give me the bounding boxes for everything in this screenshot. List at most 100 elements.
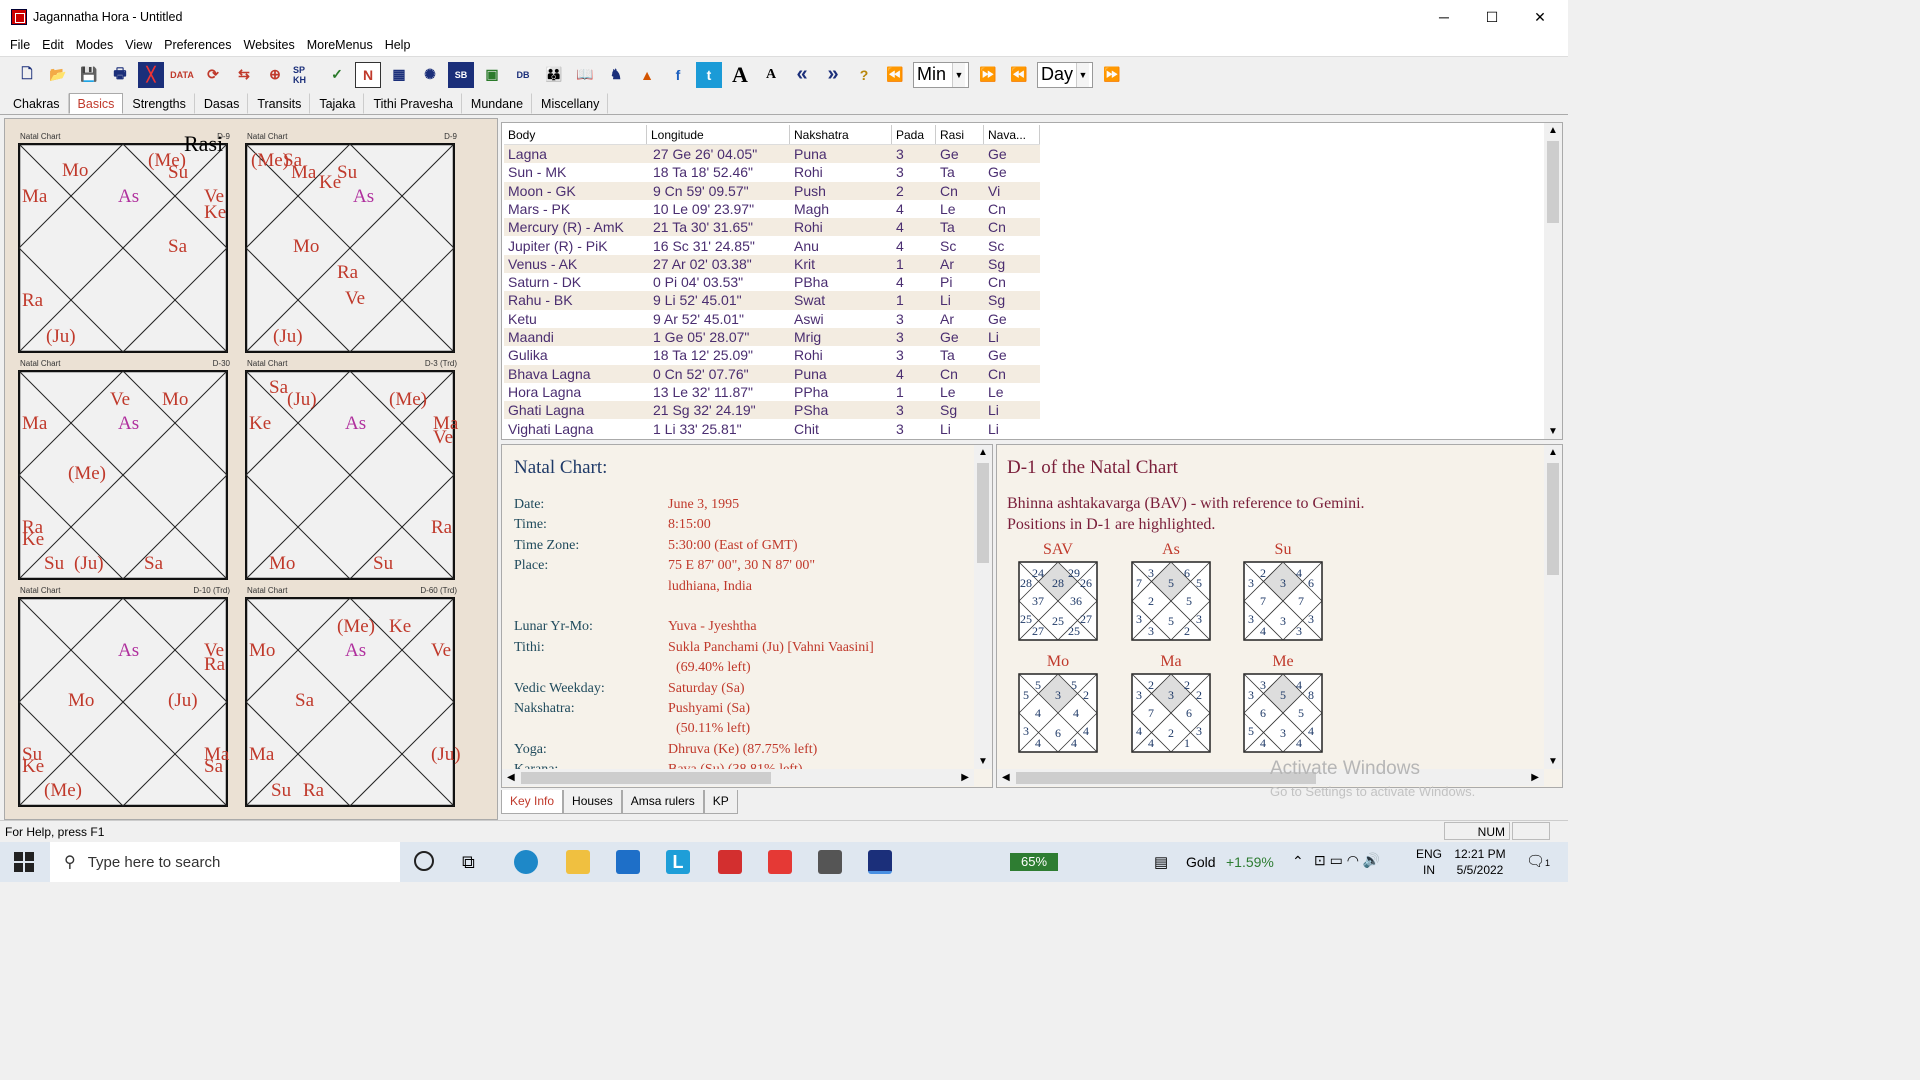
family-icon[interactable]: 👪 bbox=[541, 62, 567, 88]
table-row[interactable]: Venus - AK 27 Ar 02' 03.38" Krit 1 Ar Sg bbox=[504, 254, 1040, 274]
tab-strengths[interactable]: Strengths bbox=[123, 93, 195, 114]
file-explorer-icon[interactable] bbox=[566, 850, 590, 874]
menu-preferences[interactable]: Preferences bbox=[164, 38, 231, 52]
menu-file[interactable]: File bbox=[10, 38, 30, 52]
save-icon[interactable]: 💾 bbox=[76, 62, 102, 88]
mail-icon[interactable] bbox=[616, 850, 640, 874]
app-icon-dark[interactable] bbox=[818, 850, 842, 874]
grid-scrollbar[interactable]: ▲ ▼ bbox=[1544, 123, 1562, 439]
cortana-icon[interactable] bbox=[414, 851, 434, 871]
key-info-scrollbar[interactable]: ▲ ▼ bbox=[974, 445, 992, 769]
table-row[interactable]: Jupiter (R) - PiK 16 Sc 31' 24.85" Anu 4 Sc S… bbox=[504, 237, 1040, 255]
table-row[interactable]: Gulika 18 Ta 12' 25.09" Rohi 3 Ta Ge bbox=[504, 346, 1040, 364]
chevron-up-icon[interactable]: ▲ bbox=[1548, 125, 1558, 136]
chevron-down-icon[interactable]: ▼ bbox=[978, 756, 988, 767]
tab-dasas[interactable]: Dasas bbox=[195, 93, 249, 114]
sb-icon[interactable]: SB bbox=[448, 61, 474, 88]
divisional-chart[interactable]: Natal Chart D-60 (Trd) (Me) Ke Mo As Ve Sa Ma (Ju… bbox=[245, 586, 461, 811]
table-row[interactable]: Sun - MK 18 Ta 18' 52.46" Rohi 3 Ta Ge bbox=[504, 163, 1040, 181]
col-body[interactable]: Body bbox=[504, 125, 647, 144]
col-pada[interactable]: Pada bbox=[892, 125, 936, 144]
bav-chart[interactable]: As 3 6 7 5 5 2 5 3 5 3 3 2 bbox=[1131, 541, 1211, 641]
news-icon[interactable]: ▤ bbox=[1154, 853, 1168, 871]
table-row[interactable]: Hora Lagna 13 Le 32' 11.87" PPha 1 Le Le bbox=[504, 383, 1040, 401]
font-large-icon[interactable]: A bbox=[727, 62, 753, 88]
bav-chart[interactable]: Ma 2 2 3 3 2 7 6 4 2 3 4 1 bbox=[1131, 653, 1211, 753]
grid-icon[interactable]: ▦ bbox=[386, 62, 412, 88]
divisional-chart[interactable]: Natal Chart D-30 Ve Mo Ma As (Me) Ra Ke Su (Ju) Sa bbox=[18, 359, 232, 584]
col-nakshatra[interactable]: Nakshatra bbox=[790, 125, 892, 144]
divisional-chart[interactable]: Natal Chart D-9 (Me) Sa Ma Su Ke As Mo Ra Ve (Ju) bbox=[245, 132, 459, 357]
kundali-icon[interactable]: ▣ bbox=[479, 62, 505, 88]
tab-basics[interactable]: Basics bbox=[68, 93, 124, 114]
book-icon[interactable]: 📖 bbox=[572, 62, 598, 88]
battery-indicator[interactable]: 65% bbox=[1010, 853, 1058, 871]
bav-chart[interactable]: Me 3 4 3 5 8 6 5 5 3 4 4 4 bbox=[1243, 653, 1323, 753]
tab-chakras[interactable]: Chakras bbox=[4, 93, 69, 114]
menu-websites[interactable]: Websites bbox=[244, 38, 295, 52]
tab-key-info[interactable]: Key Info bbox=[501, 790, 564, 814]
gold-change[interactable]: +1.59% bbox=[1226, 854, 1274, 870]
data-icon[interactable]: DATA bbox=[169, 62, 195, 88]
print-icon[interactable]: 🖶 bbox=[107, 62, 133, 88]
menu-view[interactable]: View bbox=[125, 38, 152, 52]
help-icon[interactable]: ? bbox=[851, 62, 877, 88]
table-row[interactable]: Ketu 9 Ar 52' 45.01" Aswi 3 Ar Ge bbox=[504, 310, 1040, 328]
taskbar-search[interactable]: ⚲ Type here to search bbox=[50, 842, 400, 882]
date-back-icon[interactable]: ⏪ bbox=[1006, 62, 1032, 88]
table-row[interactable]: Moon - GK 9 Cn 59' 09.57" Push 2 Cn Vi bbox=[504, 181, 1040, 200]
transit-icon[interactable]: ⇆ bbox=[231, 62, 257, 88]
scrollbar-thumb[interactable] bbox=[1547, 141, 1559, 223]
table-row[interactable]: Ghati Lagna 21 Sg 32' 24.19" PSha 3 Sg Li bbox=[504, 401, 1040, 420]
table-row[interactable]: Mercury (R) - AmK 21 Ta 30' 31.65" Rohi 4 Ta… bbox=[504, 218, 1040, 237]
table-row[interactable]: Vighati Lagna 1 Li 33' 25.81" Chit 3 Li Li bbox=[504, 420, 1040, 438]
prev-icon[interactable]: « bbox=[789, 62, 815, 88]
sp-kh-icon[interactable]: SP KH bbox=[293, 62, 319, 88]
divisional-chart[interactable]: Natal Chart D-3 (Trd) Sa (Ju) (Me) Ke As Ma Ve Ra… bbox=[245, 359, 459, 584]
open-folder-icon[interactable]: 📂 bbox=[45, 62, 71, 88]
task-view-icon[interactable]: ⧉ bbox=[462, 852, 475, 873]
windows-start-icon[interactable] bbox=[14, 852, 34, 872]
scrollbar-thumb[interactable] bbox=[977, 463, 989, 563]
chevron-up-icon[interactable]: ▲ bbox=[978, 447, 988, 458]
time-back-icon[interactable]: ⏪ bbox=[882, 62, 908, 88]
chevron-left-icon[interactable]: ◀ bbox=[1002, 772, 1010, 783]
tab-transits[interactable]: Transits bbox=[248, 93, 311, 114]
bav-scrollbar[interactable]: ▲ ▼ bbox=[1544, 445, 1562, 769]
chevron-right-icon[interactable]: ▶ bbox=[961, 772, 969, 783]
edge-icon[interactable] bbox=[514, 850, 538, 874]
col-longitude[interactable]: Longitude bbox=[647, 125, 790, 144]
menu-moremenus[interactable]: MoreMenus bbox=[307, 38, 373, 52]
tray-icons[interactable]: ⊡ ▭ ◠ 🔊 bbox=[1314, 852, 1380, 869]
col-rasi[interactable]: Rasi bbox=[936, 125, 984, 144]
table-row[interactable]: Bhava Lagna 0 Cn 52' 07.76" Puna 4 Cn Cn bbox=[504, 364, 1040, 383]
menu-help[interactable]: Help bbox=[385, 38, 411, 52]
time-forward-icon[interactable]: ⏩ bbox=[975, 62, 1001, 88]
gold-label[interactable]: Gold bbox=[1186, 854, 1216, 870]
chevron-left-icon[interactable]: ◀ bbox=[507, 772, 515, 783]
tab-mundane[interactable]: Mundane bbox=[462, 93, 533, 114]
divisional-chart[interactable]: Natal Chart D-9 Mo (Me) Su Ma As Ve Ke Sa Ra (Ju) Ra… bbox=[18, 132, 232, 357]
table-row[interactable]: Lagna 27 Ge 26' 04.05" Puna 3 Ge Ge bbox=[504, 145, 1040, 164]
table-row[interactable]: Saturn - DK 0 Pi 04' 03.53" PBha 4 Pi Cn bbox=[504, 273, 1040, 291]
l-app-icon[interactable]: L bbox=[666, 850, 690, 874]
time-unit-select[interactable]: Min ▼ bbox=[913, 61, 969, 88]
scrollbar-thumb[interactable] bbox=[1547, 463, 1559, 575]
notification-icon[interactable]: 🗨1 bbox=[1526, 852, 1550, 870]
bav-chart[interactable]: SAV 24 29 28 28 26 37 36 25 25 27 27 25 bbox=[1018, 541, 1098, 641]
tab-amsa-rulers[interactable]: Amsa rulers bbox=[621, 790, 704, 814]
horse-icon[interactable]: ♞ bbox=[603, 62, 629, 88]
scrollbar-thumb[interactable] bbox=[520, 771, 771, 784]
chevron-down-icon[interactable]: ▼ bbox=[1548, 426, 1558, 437]
sun-icon[interactable]: ✺ bbox=[417, 62, 443, 88]
jagannatha-hora-taskbar-icon[interactable] bbox=[868, 850, 892, 874]
chart-icon[interactable]: ╳ bbox=[138, 61, 164, 88]
tab-tajaka[interactable]: Tajaka bbox=[310, 93, 365, 114]
date-unit-select[interactable]: Day ▼ bbox=[1037, 61, 1093, 88]
menu-edit[interactable]: Edit bbox=[42, 38, 64, 52]
key-info-hscrollbar[interactable]: ◀ ▶ bbox=[502, 769, 974, 786]
tab-tithi-pravesha[interactable]: Tithi Pravesha bbox=[364, 93, 462, 114]
col-navamsa[interactable]: Nava... bbox=[984, 125, 1040, 144]
chevron-up-icon[interactable]: ▲ bbox=[1548, 447, 1558, 458]
twitter-icon[interactable]: t bbox=[696, 61, 722, 88]
